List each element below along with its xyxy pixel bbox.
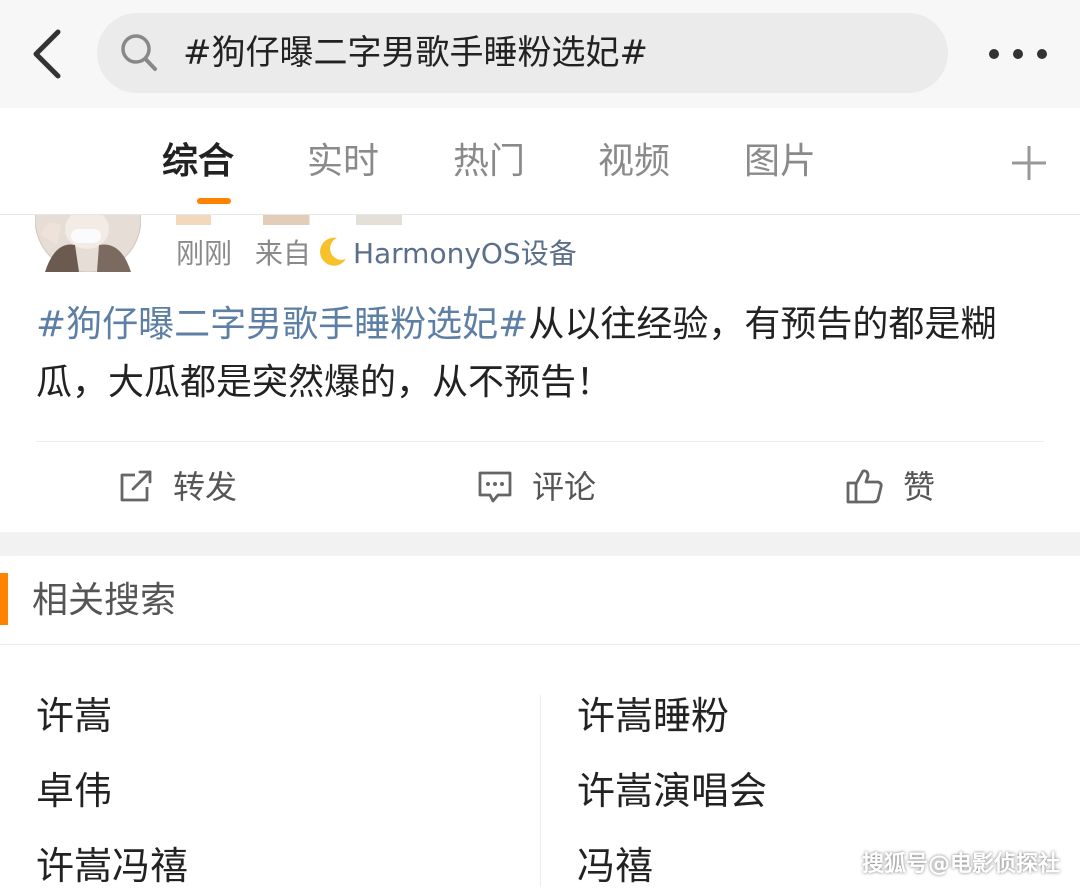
add-tab-plus-icon[interactable] [1010,144,1048,182]
repost-button[interactable]: 转发 [117,455,237,519]
tab-bar: 综合 实时 热门 视频 图片 [0,108,1080,215]
user-avatar[interactable] [35,215,141,272]
search-query[interactable]: #狗仔曝二字男歌手睡粉选妃# [183,13,648,93]
comment-label: 评论 [532,468,597,506]
watermark-text: 搜狐号@电影侦探社 [862,852,1061,877]
like-button[interactable]: 赞 [845,455,935,519]
back-button[interactable] [26,24,70,84]
active-tab-indicator [197,198,231,204]
more-menu-button[interactable] [985,30,1051,78]
more-dots-icon [989,49,1047,59]
username-partial [176,215,466,225]
search-bar[interactable]: #狗仔曝二字男歌手睡粉选妃# [97,13,948,93]
post-source-prefix: 来自 [254,237,311,270]
related-item-left-2[interactable]: 许嵩冯禧 [36,835,188,890]
like-label: 赞 [903,468,936,506]
tab-images[interactable]: 图片 [744,108,816,214]
top-bar: #狗仔曝二字男歌手睡粉选妃# [0,0,1080,109]
comment-icon [478,471,512,503]
related-item-left-0[interactable]: 许嵩 [36,685,112,740]
section-accent-bar [0,573,8,625]
related-item-right-2[interactable]: 冯禧 [577,835,653,890]
repost-icon [120,470,152,502]
related-item-left-1[interactable]: 卓伟 [36,760,112,815]
thumbs-up-icon [846,469,883,504]
post-meta: 刚刚 来自 HarmonyOS设备 [176,232,577,276]
post-time: 刚刚 [176,237,233,270]
topic-hashtag-link[interactable]: #狗仔曝二字男歌手睡粉选妃# [36,304,528,345]
back-arrow-icon [33,29,61,79]
moon-emoji-icon [319,237,346,266]
repost-label: 转发 [173,468,238,506]
comment-button[interactable]: 评论 [476,455,596,519]
related-item-right-1[interactable]: 许嵩演唱会 [577,760,767,815]
post-content: #狗仔曝二字男歌手睡粉选妃#从以往经验，有预告的都是糊瓜，大瓜都是突然爆的，从不… [36,296,1046,412]
tab-hot[interactable]: 热门 [453,108,525,214]
column-divider [540,695,541,887]
post-divider [36,441,1044,442]
tab-video[interactable]: 视频 [598,108,670,214]
related-searches-title: 相关搜索 [32,580,177,621]
search-icon [121,34,157,71]
related-item-right-0[interactable]: 许嵩睡粉 [577,685,729,740]
tab-realtime[interactable]: 实时 [307,108,379,214]
section-gap [0,532,1080,556]
avatar-image [35,215,141,272]
related-divider [0,644,1080,645]
post-device[interactable]: HarmonyOS设备 [353,237,577,270]
